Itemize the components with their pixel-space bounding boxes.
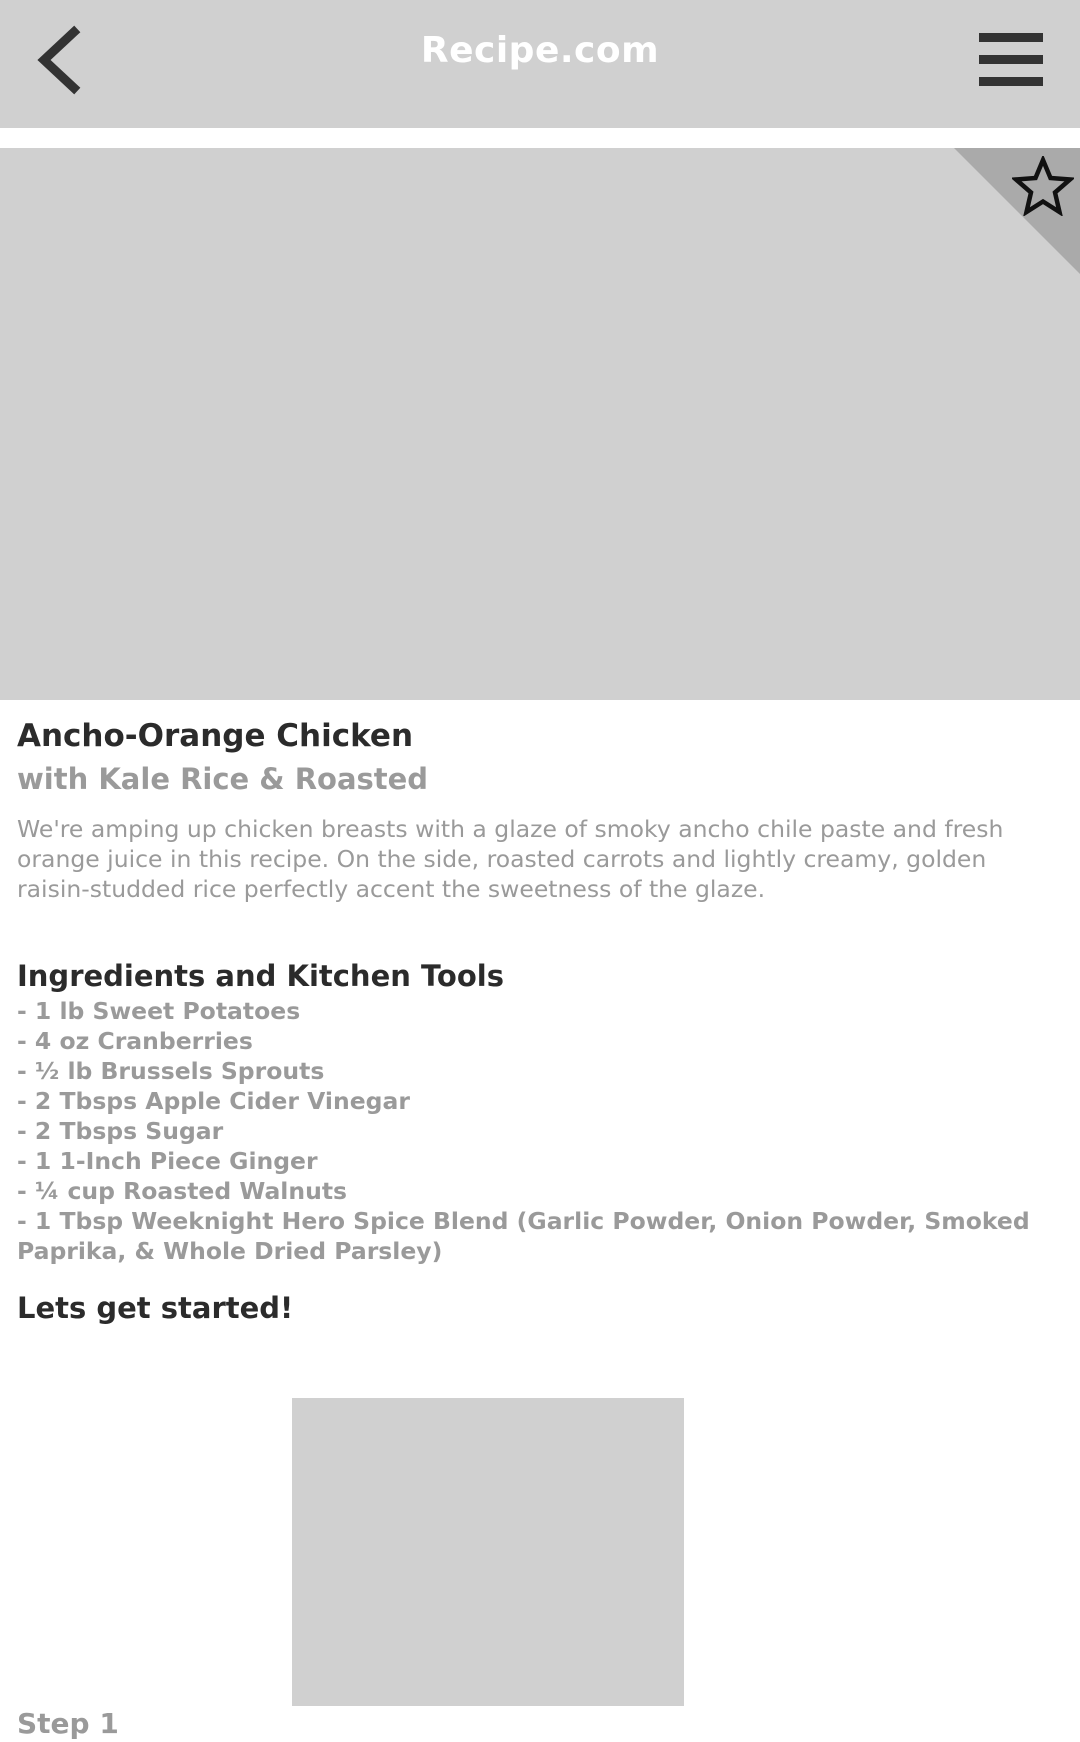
recipe-subtitle: with Kale Rice & Roasted [17,762,429,796]
ingredient-item: - 2 Tbsps Sugar [17,1117,224,1145]
favorite-button[interactable] [1010,154,1076,217]
recipe-hero-image [0,148,1080,700]
star-outline-icon [1010,154,1076,217]
ingredient-item: - 2 Tbsps Apple Cider Vinegar [17,1087,410,1115]
ingredients-heading: Ingredients and Kitchen Tools [17,959,504,993]
step-image [292,1398,684,1706]
recipe-description: We're amping up chicken breasts with a g… [17,815,1004,903]
steps-heading: Lets get started! [17,1291,294,1325]
hamburger-menu-icon [979,33,1043,86]
app-title: Recipe.com [420,30,660,71]
app-header: Recipe.com [0,0,1080,128]
recipe-content: Ancho-Orange Chicken with Kale Rice & Ro… [17,716,1063,1328]
ingredient-item: - 1 Tbsp Weeknight Hero Spice Blend (Gar… [17,1207,1030,1265]
recipe-title: Ancho-Orange Chicken [17,718,414,754]
ingredient-item: - 4 oz Cranberries [17,1027,253,1055]
ingredient-item: - ¼ cup Roasted Walnuts [17,1177,348,1205]
ingredient-item: - 1 lb Sweet Potatoes [17,997,301,1025]
ingredient-item: - 1 1-Inch Piece Ginger [17,1147,318,1175]
menu-button[interactable] [976,30,1046,90]
ingredients-list: - 1 lb Sweet Potatoes - 4 oz Cranberries… [17,996,1063,1266]
ingredient-item: - ½ lb Brussels Sprouts [17,1057,325,1085]
step-label: Step 1 [17,1707,119,1740]
